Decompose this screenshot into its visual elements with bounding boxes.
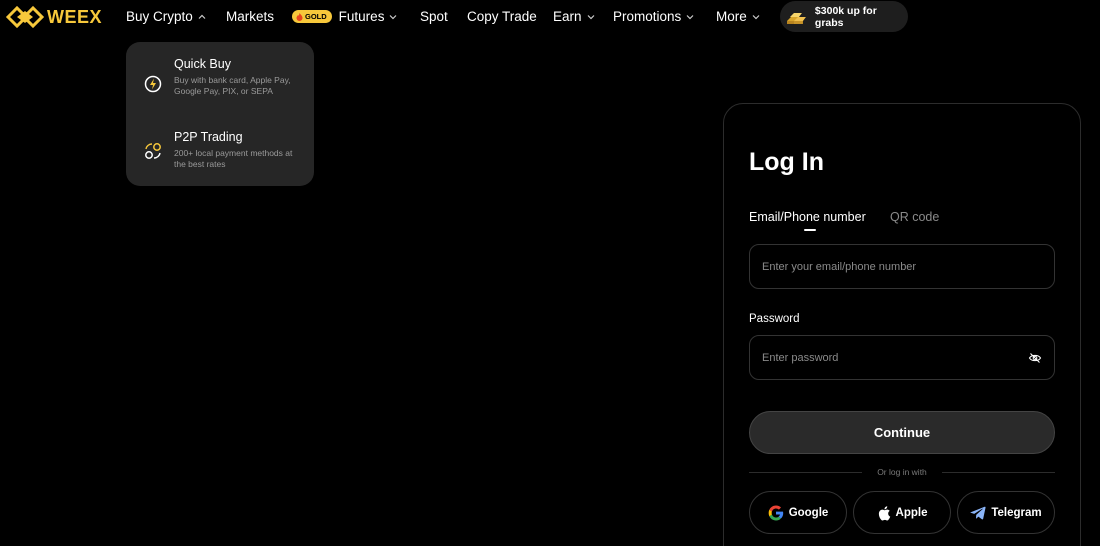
nav-promotions-label: Promotions [613,9,682,24]
brand-name: WEEX [47,6,103,27]
apple-label: Apple [895,506,928,519]
chevron-down-icon [587,14,594,19]
fire-icon [296,12,303,21]
apple-icon [878,505,890,520]
nav-buy-crypto[interactable]: Buy Crypto [126,9,207,24]
buy-crypto-dropdown: Quick Buy Buy with bank card, Apple Pay,… [126,42,314,186]
nav-buy-crypto-label: Buy Crypto [126,9,193,24]
nav-markets[interactable]: Markets [226,9,274,24]
continue-button[interactable]: Continue [749,411,1055,454]
dropdown-item-p2p-trading[interactable]: P2P Trading 200+ local payment methods a… [126,122,314,180]
chevron-up-icon [198,14,206,19]
apple-login-button[interactable]: Apple [853,491,951,534]
promo-label: $300k up for grabs [814,4,877,29]
dropdown-item-quick-buy[interactable]: Quick Buy Buy with bank card, Apple Pay,… [126,42,314,114]
nav-more[interactable]: More [716,9,761,24]
eye-off-icon[interactable] [1028,351,1042,365]
lightning-circle-icon [144,75,162,93]
telegram-label: Telegram [991,506,1042,519]
quick-buy-title: Quick Buy [174,57,231,71]
nav-spot-label: Spot [420,9,448,24]
divider-left [749,472,862,473]
google-icon [768,505,783,520]
promo-pill[interactable]: $300k up for grabs [780,1,908,32]
nav-spot[interactable]: Spot [420,9,448,24]
chevron-down-icon [752,14,760,19]
or-login-with-text: Or log in with [877,467,927,477]
email-field-container [749,244,1055,289]
p2p-trading-title: P2P Trading [174,130,243,144]
gold-bars-icon [786,12,806,24]
nav-futures[interactable]: GOLD Futures [292,9,398,24]
active-tab-indicator [804,229,816,231]
nav-more-label: More [716,9,747,24]
nav-earn-label: Earn [553,9,582,24]
chevron-down-icon [686,14,694,19]
divider-right [942,472,1055,473]
password-field-container [749,335,1055,380]
p2p-trading-desc: 200+ local payment methods at the best r… [174,148,293,169]
nav-promotions[interactable]: Promotions [613,9,695,24]
nav-copy-trade[interactable]: Copy Trade [467,9,537,24]
password-label: Password [749,313,800,325]
google-login-button[interactable]: Google [749,491,847,534]
email-phone-input[interactable] [762,260,1012,273]
chevron-down-icon [390,14,397,19]
password-input[interactable] [762,351,1012,364]
weex-diamond-logo-icon [6,6,44,28]
nav-futures-label: Futures [338,9,385,24]
nav-earn[interactable]: Earn [553,9,596,24]
tab-email-phone[interactable]: Email/Phone number [749,210,866,224]
quick-buy-desc: Buy with bank card, Apple Pay, Google Pa… [174,75,291,96]
nav-markets-label: Markets [226,9,275,24]
gold-badge: GOLD [292,10,332,23]
gold-badge-label: GOLD [305,12,327,21]
nav-copy-trade-label: Copy Trade [467,9,537,24]
weex-logo[interactable]: WEEX [6,6,102,28]
p2p-exchange-icon [145,143,161,159]
telegram-login-button[interactable]: Telegram [957,491,1055,534]
google-label: Google [788,506,829,519]
login-title: Log In [749,148,824,176]
tab-qr-code[interactable]: QR code [890,210,939,224]
telegram-icon [970,506,986,519]
top-nav: WEEX Buy Crypto Markets GOLD Futures Spo… [0,0,1100,34]
